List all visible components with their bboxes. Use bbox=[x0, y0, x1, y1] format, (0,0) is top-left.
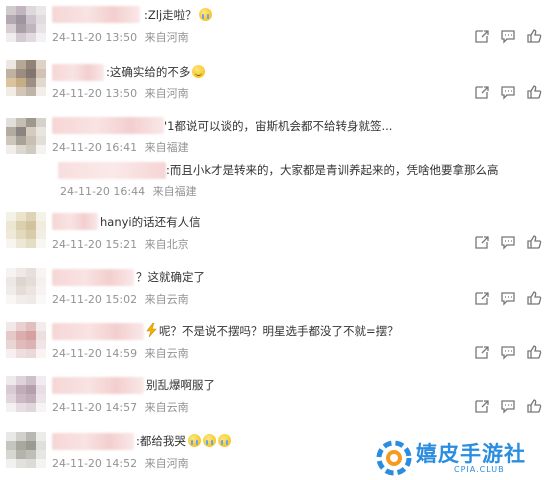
like-icon[interactable] bbox=[526, 290, 542, 306]
comment-text: hanyi的话还有人信 bbox=[100, 215, 201, 229]
crying-emoji-icon bbox=[217, 434, 231, 447]
comment-text: :这确实给的不多 bbox=[106, 64, 206, 80]
location: 来自河南 bbox=[144, 87, 189, 100]
comment-icon[interactable] bbox=[500, 398, 516, 414]
watermark-subtitle: CPIA.CLUB bbox=[454, 465, 505, 474]
comment-icon[interactable] bbox=[500, 344, 516, 360]
share-icon[interactable] bbox=[474, 290, 490, 306]
comment-item: :Zlj走啦？ 24-11-20 13:50 来自河南 bbox=[0, 0, 550, 52]
watermark-title: 嬉皮手游社 bbox=[416, 442, 526, 466]
username-blurred[interactable] bbox=[58, 162, 166, 179]
crying-emoji-icon bbox=[202, 434, 216, 447]
avatar[interactable] bbox=[6, 6, 46, 42]
avatar[interactable] bbox=[6, 322, 46, 358]
comment-item: :这确实给的不多 24-11-20 13:50 来自河南 bbox=[0, 56, 550, 108]
avatar[interactable] bbox=[6, 212, 46, 248]
avatar[interactable] bbox=[6, 118, 46, 154]
reply-meta: 24-11-20 16:44 来自福建 bbox=[60, 183, 197, 199]
timestamp: 24-11-20 13:50 bbox=[52, 31, 138, 44]
comment-icon[interactable] bbox=[500, 234, 516, 250]
comment-text: ？这就确定了 bbox=[136, 270, 205, 284]
comment-item: ？这就确定了 24-11-20 15:02 来自云南 bbox=[0, 264, 550, 316]
comment-meta: 24-11-20 15:21 来自北京 bbox=[52, 236, 189, 252]
crying-emoji-icon bbox=[187, 434, 201, 447]
lightning-emoji-icon bbox=[146, 323, 157, 337]
avatar[interactable] bbox=[6, 376, 46, 412]
comment-item: hanyi的话还有人信 24-11-20 15:21 来自北京 bbox=[0, 208, 550, 260]
location: 来自福建 bbox=[152, 185, 197, 198]
username-blurred[interactable] bbox=[52, 377, 144, 394]
location: 来自北京 bbox=[144, 238, 189, 251]
comment-item: 呢？不是说不摆吗？明星选手都没了不就=摆？ 24-11-20 14:59 来自云… bbox=[0, 318, 550, 370]
like-icon[interactable] bbox=[526, 84, 542, 100]
username-blurred[interactable] bbox=[52, 6, 140, 23]
username-blurred[interactable] bbox=[52, 433, 134, 450]
crying-emoji-icon bbox=[198, 8, 212, 21]
comment-item: '1都说可以谈的，宙斯机会都不给转身就签... 24-11-20 16:41 来… bbox=[0, 112, 550, 204]
like-icon[interactable] bbox=[526, 344, 542, 360]
timestamp: 24-11-20 13:50 bbox=[52, 87, 138, 100]
comment-item: 别乱爆啊服了 24-11-20 14:57 来自云南 bbox=[0, 372, 550, 424]
reply-text: :而且小k才是转来的，大家都是青训养起来的，凭啥他要拿那么高 bbox=[166, 163, 499, 177]
comment-icon[interactable] bbox=[500, 84, 516, 100]
share-icon[interactable] bbox=[474, 28, 490, 44]
location: 来自河南 bbox=[144, 457, 189, 470]
location: 来自河南 bbox=[144, 31, 189, 44]
comment-text: :都给我哭 bbox=[136, 433, 231, 449]
username-blurred[interactable] bbox=[52, 64, 104, 81]
smile-emoji-icon bbox=[192, 65, 206, 78]
share-icon[interactable] bbox=[474, 84, 490, 100]
location: 来自福建 bbox=[144, 141, 189, 154]
avatar[interactable] bbox=[6, 432, 46, 468]
timestamp: 24-11-20 15:21 bbox=[52, 238, 138, 251]
comment-meta: 24-11-20 14:52 来自河南 bbox=[52, 455, 189, 471]
comment-meta: 24-11-20 14:59 来自云南 bbox=[52, 345, 189, 361]
username-blurred[interactable] bbox=[52, 323, 144, 340]
username-blurred[interactable] bbox=[52, 213, 98, 230]
watermark: 嬉皮手游社 CPIA.CLUB bbox=[376, 436, 548, 480]
comment-text: '1都说可以谈的，宙斯机会都不给转身就签... bbox=[164, 119, 393, 133]
timestamp: 24-11-20 16:41 bbox=[52, 141, 138, 154]
avatar[interactable] bbox=[6, 268, 46, 304]
timestamp: 24-11-20 14:59 bbox=[52, 347, 138, 360]
share-icon[interactable] bbox=[474, 344, 490, 360]
location: 来自云南 bbox=[144, 293, 189, 306]
share-icon[interactable] bbox=[474, 234, 490, 250]
share-icon[interactable] bbox=[474, 398, 490, 414]
timestamp: 24-11-20 15:02 bbox=[52, 293, 138, 306]
comment-meta: 24-11-20 15:02 来自云南 bbox=[52, 291, 189, 307]
like-icon[interactable] bbox=[526, 398, 542, 414]
comment-text: 别乱爆啊服了 bbox=[146, 378, 215, 392]
like-icon[interactable] bbox=[526, 28, 542, 44]
comment-meta: 24-11-20 16:41 来自福建 bbox=[52, 139, 189, 155]
location: 来自云南 bbox=[144, 401, 189, 414]
timestamp: 24-11-20 14:52 bbox=[52, 457, 138, 470]
gamepad-logo-icon bbox=[376, 440, 412, 476]
location: 来自云南 bbox=[144, 347, 189, 360]
comment-actions bbox=[474, 234, 542, 250]
comment-actions bbox=[474, 290, 542, 306]
timestamp: 24-11-20 16:44 bbox=[60, 185, 146, 198]
comment-icon[interactable] bbox=[500, 28, 516, 44]
username-blurred[interactable] bbox=[52, 117, 164, 134]
comment-actions bbox=[474, 84, 542, 100]
comment-text: 呢？不是说不摆吗？明星选手都没了不就=摆？ bbox=[146, 323, 399, 339]
avatar[interactable] bbox=[6, 60, 46, 96]
timestamp: 24-11-20 14:57 bbox=[52, 401, 138, 414]
comment-actions bbox=[474, 28, 542, 44]
comment-meta: 24-11-20 13:50 来自河南 bbox=[52, 29, 189, 45]
comment-meta: 24-11-20 14:57 来自云南 bbox=[52, 399, 189, 415]
comment-icon[interactable] bbox=[500, 290, 516, 306]
comment-meta: 24-11-20 13:50 来自河南 bbox=[52, 85, 189, 101]
comment-actions bbox=[474, 398, 542, 414]
comment-text: :Zlj走啦？ bbox=[144, 7, 212, 23]
like-icon[interactable] bbox=[526, 234, 542, 250]
username-blurred[interactable] bbox=[52, 269, 134, 286]
comment-actions bbox=[474, 344, 542, 360]
